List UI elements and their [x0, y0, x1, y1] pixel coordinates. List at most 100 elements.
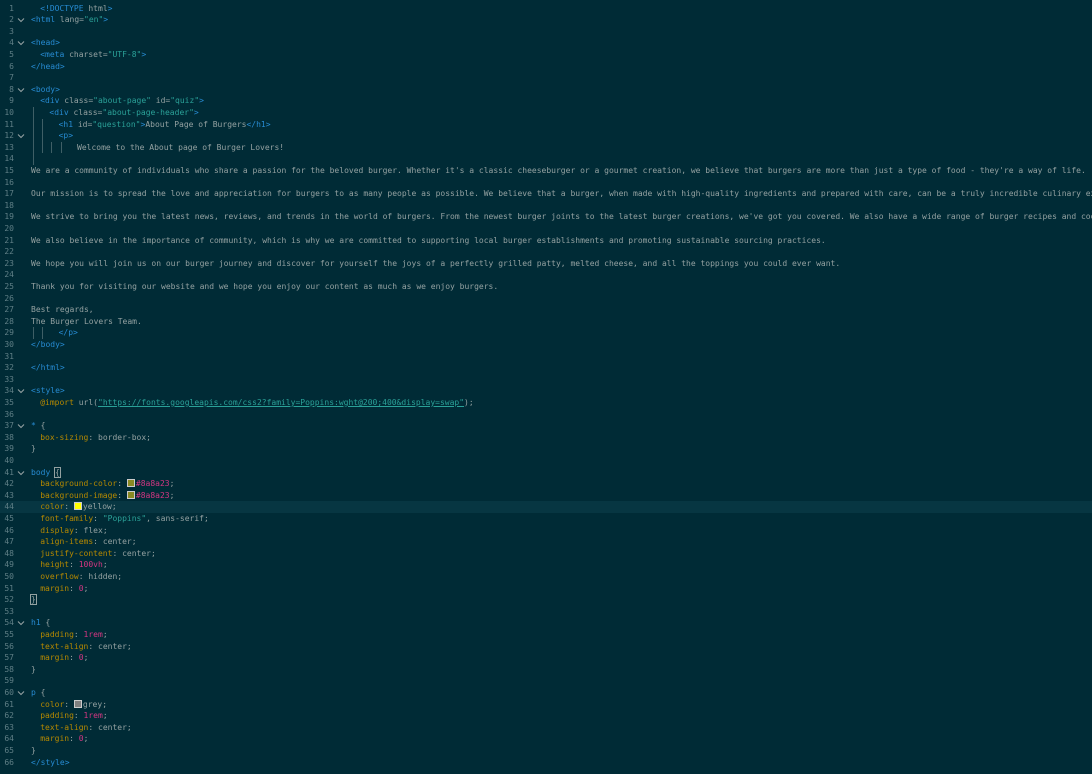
code-line[interactable]: 43 background-image: #8a8a23;	[0, 490, 1092, 502]
code-line[interactable]: 65}	[0, 745, 1092, 757]
code-line[interactable]: 52}	[0, 594, 1092, 606]
code-line[interactable]: 63 text-align: center;	[0, 722, 1092, 734]
fold-chevron-icon[interactable]	[17, 84, 26, 96]
code-line[interactable]: 48 justify-content: center;	[0, 548, 1092, 560]
code-line[interactable]: 58}	[0, 664, 1092, 676]
code-line[interactable]: 1 <!DOCTYPE html>	[0, 3, 1092, 15]
code-line[interactable]: 41 body {	[0, 466, 1092, 479]
code-line[interactable]: 50 overflow: hidden;	[0, 571, 1092, 583]
code-line[interactable]: 28 The Burger Lovers Team.	[0, 316, 1092, 328]
line-code: }	[30, 594, 37, 606]
code-line[interactable]: 13 Welcome to the About page of Burger Lo…	[0, 141, 1092, 154]
code-line[interactable]: 30 </body>	[0, 339, 1092, 351]
color-swatch-icon[interactable]	[126, 479, 135, 488]
code-line[interactable]: 61 color: grey;	[0, 699, 1092, 711]
code-line[interactable]: 2 <html lang="en">	[0, 14, 1092, 26]
code-line[interactable]: 62 padding: 1rem;	[0, 710, 1092, 722]
code-line[interactable]: 35 @import url("https://fonts.googleapis.…	[0, 397, 1092, 409]
fold-chevron-icon[interactable]	[17, 14, 26, 26]
code-line[interactable]: 34 <style>	[0, 385, 1092, 397]
fold-chevron-icon[interactable]	[17, 385, 26, 397]
token: Thank you for visiting our website and w…	[31, 282, 499, 291]
code-line[interactable]: 6 </head>	[0, 61, 1092, 73]
code-line[interactable]: 55 padding: 1rem;	[0, 629, 1092, 641]
code-line[interactable]: 44 color: yellow;	[0, 501, 1092, 513]
code-line[interactable]: 45 font-family: "Poppins", sans-serif;	[0, 513, 1092, 525]
fold-chevron-icon[interactable]	[17, 467, 26, 479]
line-code: }	[31, 664, 36, 676]
code-line[interactable]: 66 </style>	[0, 757, 1092, 769]
code-line[interactable]: 19 We strive to bring you the latest news…	[0, 211, 1092, 223]
fold-chevron-icon[interactable]	[17, 130, 26, 142]
code-line[interactable]: 24	[0, 269, 1092, 281]
code-line[interactable]: 64 margin: 0;	[0, 733, 1092, 745]
token: ;	[169, 479, 175, 489]
code-line[interactable]: 16	[0, 177, 1092, 189]
line-number: 40	[4, 456, 14, 465]
code-line[interactable]: 15 We are a community of individuals who …	[0, 165, 1092, 177]
line-code: color: grey;	[40, 699, 107, 711]
line-code: @import url("https://fonts.googleapis.co…	[40, 397, 474, 409]
token: We are a community of individuals who sh…	[31, 166, 1086, 175]
code-line[interactable]: 56 text-align: center;	[0, 641, 1092, 653]
code-line[interactable]: 51 margin: 0;	[0, 583, 1092, 595]
code-line[interactable]: 38 box-sizing: border-box;	[0, 432, 1092, 444]
code-line[interactable]: 42 background-color: #8a8a23;	[0, 478, 1092, 490]
code-line[interactable]: 5 <meta charset="UTF-8">	[0, 49, 1092, 61]
code-line[interactable]: 25 Thank you for visiting our website and…	[0, 281, 1092, 293]
code-line[interactable]: 33	[0, 374, 1092, 386]
code-line[interactable]: 46 display: flex;	[0, 525, 1092, 537]
code-line[interactable]: 54 h1 {	[0, 617, 1092, 629]
line-number: 4	[9, 38, 14, 48]
code-line[interactable]: 18	[0, 200, 1092, 212]
code-line[interactable]: 47 align-items: center;	[0, 536, 1092, 548]
token: center;	[98, 722, 132, 732]
code-line[interactable]: 36	[0, 409, 1092, 421]
token: class=	[68, 108, 103, 117]
fold-chevron-icon[interactable]	[17, 687, 26, 699]
line-code: background-color: #8a8a23;	[40, 478, 174, 490]
fold-chevron-icon[interactable]	[17, 617, 26, 629]
fold-chevron-icon[interactable]	[17, 420, 26, 432]
color-swatch-icon[interactable]	[126, 490, 135, 499]
code-line[interactable]: 21 We also believe in the importance of c…	[0, 235, 1092, 247]
code-line[interactable]: 22	[0, 246, 1092, 258]
code-line[interactable]: 7	[0, 72, 1092, 84]
token: Our mission is to spread the love and ap…	[31, 189, 1092, 199]
code-line[interactable]: 32 </html>	[0, 362, 1092, 374]
code-line[interactable]: 3	[0, 26, 1092, 38]
code-line[interactable]: 9 <div class="about-page" id="quiz">	[0, 95, 1092, 107]
line-number: 44	[4, 502, 14, 512]
code-line[interactable]: 39}	[0, 443, 1092, 455]
fold-chevron-icon[interactable]	[17, 37, 26, 49]
code-line[interactable]: 11 <h1 id="question">About Page of Burger…	[0, 118, 1092, 131]
line-number: 2	[9, 15, 14, 25]
code-line[interactable]: 4 <head>	[0, 37, 1092, 49]
code-line[interactable]: 23 We hope you will join us on our burger…	[0, 258, 1092, 270]
code-line[interactable]: 31	[0, 351, 1092, 363]
color-swatch-icon[interactable]	[73, 502, 82, 511]
code-line[interactable]: 26	[0, 293, 1092, 305]
line-number: 30	[4, 340, 14, 349]
token: grey;	[82, 699, 108, 709]
code-line[interactable]: 57 margin: 0;	[0, 652, 1092, 664]
code-line[interactable]: 14	[0, 153, 1092, 165]
code-line[interactable]: 10 <div class="about-page-header">	[0, 107, 1092, 119]
code-line[interactable]: 60 p {	[0, 687, 1092, 699]
token: "question"	[92, 119, 141, 129]
code-line[interactable]: 59	[0, 675, 1092, 687]
code-line[interactable]: 20	[0, 223, 1092, 235]
code-line[interactable]: 40	[0, 455, 1092, 467]
code-line[interactable]: 49 height: 100vh;	[0, 559, 1092, 571]
code-line[interactable]: 53	[0, 606, 1092, 618]
line-number: 24	[4, 270, 14, 280]
line-number: 33	[4, 374, 14, 384]
color-swatch-icon[interactable]	[73, 699, 82, 708]
code-line[interactable]: 8 <body>	[0, 84, 1092, 96]
code-line[interactable]: 12 <p>	[0, 130, 1092, 142]
code-editor[interactable]: 1 <!DOCTYPE html> 2 <html lang="en"> 3 4 <head…	[0, 0, 1092, 774]
code-line[interactable]: 29 </p>	[0, 327, 1092, 339]
code-line[interactable]: 27 Best regards,	[0, 304, 1092, 316]
code-line[interactable]: 37 * {	[0, 420, 1092, 432]
code-line[interactable]: 17 Our mission is to spread the love and …	[0, 188, 1092, 200]
